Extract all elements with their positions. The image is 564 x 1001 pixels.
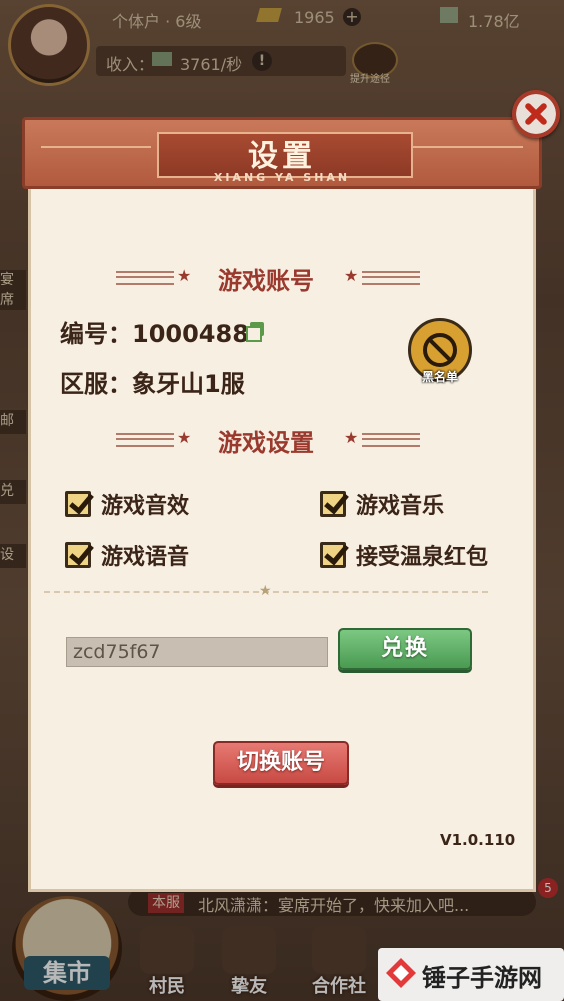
hot-spring-red-packet-checkbox[interactable] (320, 542, 346, 568)
ban-icon (423, 333, 457, 367)
watermark-text: 锤子手游网 (422, 964, 542, 992)
sound-effects-label: 游戏音效 (101, 494, 190, 519)
redeem-button[interactable]: 兑换 (338, 628, 472, 670)
sound-effects-checkbox[interactable] (65, 491, 91, 517)
music-label: 游戏音乐 (356, 494, 445, 519)
version-label: V1.0.110 (440, 831, 516, 849)
account-section-title: 游戏账号 (218, 267, 314, 295)
switch-account-button[interactable]: 切换账号 (213, 741, 349, 785)
star-icon: ★ (259, 583, 272, 599)
dialog-subtitle: XIANG YA SHAN (213, 171, 351, 184)
voice-checkbox[interactable] (65, 542, 91, 568)
star-icon: ★ (344, 266, 359, 285)
hot-spring-red-packet-label: 接受温泉红包 (356, 545, 489, 570)
voice-label: 游戏语音 (101, 545, 190, 570)
blacklist-label: 黑名单 (421, 370, 458, 384)
star-icon: ★ (344, 428, 359, 447)
settings-section-title: 游戏设置 (218, 429, 314, 457)
redeem-code-input[interactable] (66, 637, 328, 667)
copy-icon[interactable] (246, 322, 264, 342)
close-button[interactable] (512, 90, 560, 138)
server-name: 区服：象牙山1服 (60, 370, 245, 398)
section-ornament-right (362, 433, 420, 447)
dialog-title: 设置 (248, 139, 316, 174)
account-id: 编号：1000488 (60, 320, 249, 348)
watermark-logo-icon (386, 958, 416, 988)
section-ornament-right (362, 271, 420, 285)
music-checkbox[interactable] (320, 491, 346, 517)
